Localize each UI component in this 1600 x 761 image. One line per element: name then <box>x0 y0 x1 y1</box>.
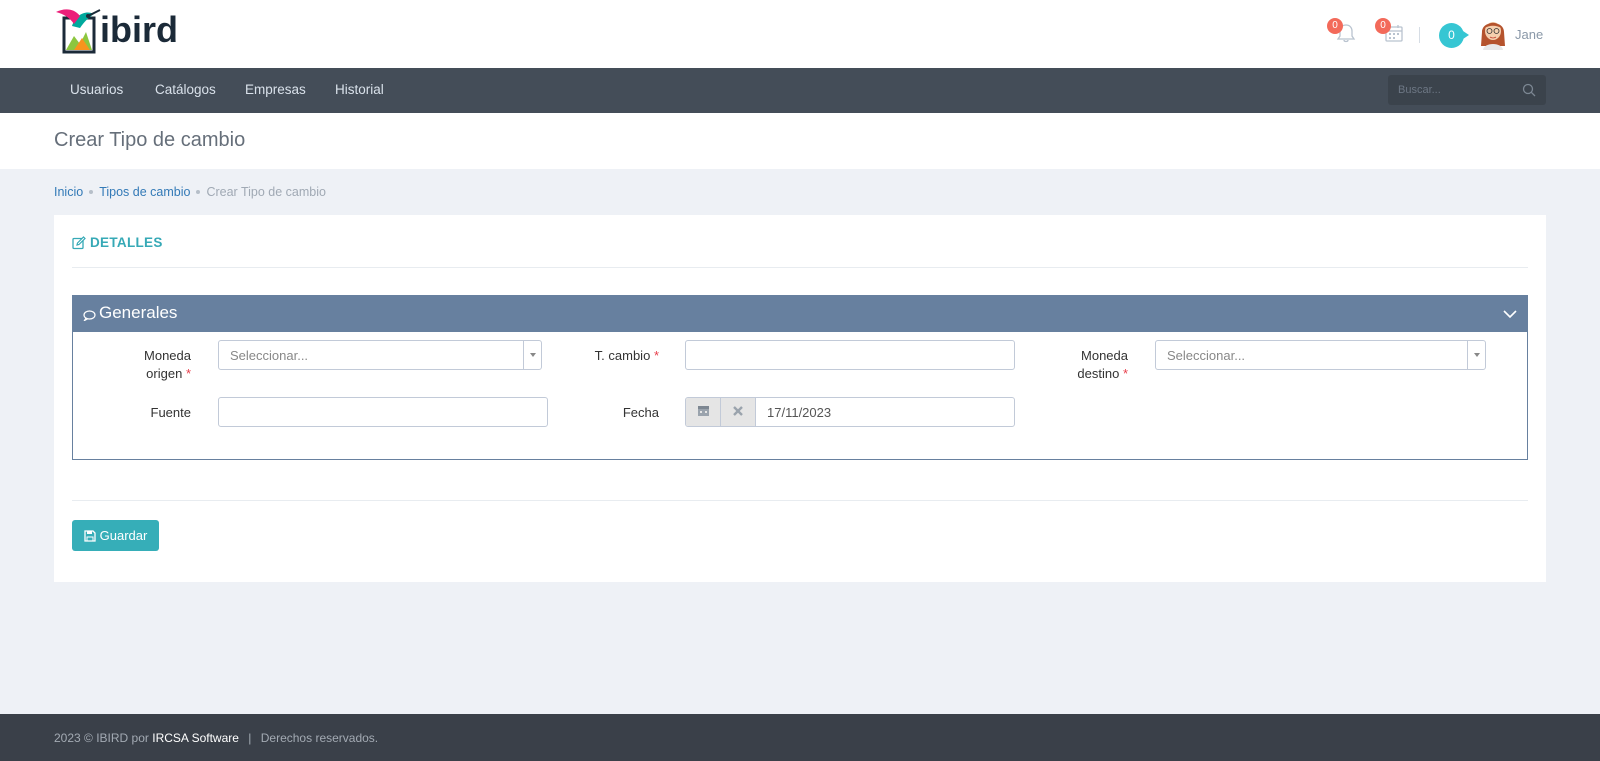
chevron-down-icon[interactable] <box>1503 308 1517 320</box>
footer-copyright: 2023 © IBIRD por <box>54 731 149 745</box>
nav-item-catalogos[interactable]: Catálogos <box>155 82 216 97</box>
calendar-icon <box>698 406 709 416</box>
brand-name: ibird <box>100 9 178 50</box>
close-icon <box>733 406 743 416</box>
nav-item-empresas[interactable]: Empresas <box>245 82 306 97</box>
moneda-origen-placeholder: Seleccionar... <box>230 348 309 363</box>
breadcrumb-inicio[interactable]: Inicio <box>54 185 83 199</box>
open-calendar-button[interactable] <box>686 398 721 426</box>
main-nav: Usuarios Catálogos Empresas Historial <box>0 68 1600 113</box>
moneda-destino-label-line1: Moneda <box>1081 348 1128 363</box>
page-title: Crear Tipo de cambio <box>54 129 246 151</box>
calendar-badge: 0 <box>1375 18 1391 34</box>
fecha-label: Fecha <box>622 405 659 420</box>
t-cambio-label-text: T. cambio <box>594 348 651 363</box>
generales-section-header[interactable]: Generales <box>73 296 1527 332</box>
edit-icon <box>72 235 86 249</box>
moneda-destino-select[interactable]: Seleccionar... <box>1155 340 1486 370</box>
user-name[interactable]: Jane <box>1515 27 1543 42</box>
hummingbird-logo-icon <box>54 4 102 54</box>
fuente-input[interactable] <box>218 397 548 427</box>
card-divider <box>72 267 1528 268</box>
generales-section: Generales Moneda origen * Seleccionar...… <box>72 295 1528 460</box>
breadcrumb-separator <box>196 190 201 194</box>
calendar-button[interactable]: 0 <box>1375 18 1405 44</box>
search-input[interactable] <box>1388 75 1518 105</box>
moneda-origen-label-line2: origen <box>146 366 183 381</box>
notifications-button[interactable]: 0 <box>1327 18 1357 44</box>
footer-text: 2023 © IBIRD por IRCSA Software | Derech… <box>54 731 378 745</box>
footer-rights: Derechos reservados. <box>260 731 379 745</box>
user-avatar[interactable] <box>1478 16 1508 50</box>
comment-icon <box>83 310 96 321</box>
footer-separator: | <box>248 731 252 745</box>
t-cambio-input[interactable] <box>685 340 1015 370</box>
floppy-disk-icon <box>83 529 96 542</box>
required-marker: * <box>185 366 191 381</box>
footer-company-link[interactable]: IRCSA Software <box>152 731 239 745</box>
nav-search <box>1388 75 1546 105</box>
nav-item-usuarios[interactable]: Usuarios <box>70 82 123 97</box>
header-divider <box>1419 27 1420 43</box>
messages-count-badge[interactable]: 0 <box>1439 23 1469 48</box>
card-caption: DETALLES <box>72 235 163 250</box>
save-button-label: Guardar <box>99 528 148 543</box>
moneda-origen-select[interactable]: Seleccionar... <box>218 340 542 370</box>
brand-logo[interactable]: ibird <box>54 4 178 54</box>
save-button[interactable]: Guardar <box>72 520 159 551</box>
moneda-origen-label: Moneda origen * <box>113 347 191 383</box>
details-card: DETALLES Generales Moneda origen * Selec… <box>54 215 1546 582</box>
card-divider <box>72 500 1528 501</box>
fuente-label: Fuente <box>150 405 191 420</box>
moneda-destino-label: Moneda destino * <box>1048 347 1128 383</box>
fecha-datepicker: 17/11/2023 <box>685 397 1015 427</box>
required-marker: * <box>1122 366 1128 381</box>
top-header: ibird 0 0 0 Jane <box>0 0 1600 68</box>
nav-item-historial[interactable]: Historial <box>335 82 384 97</box>
card-caption-text: DETALLES <box>90 235 163 250</box>
moneda-destino-placeholder: Seleccionar... <box>1167 348 1246 363</box>
breadcrumb-separator <box>89 190 94 194</box>
dropdown-arrow-icon[interactable] <box>1467 341 1485 369</box>
moneda-destino-label-line2: destino <box>1077 366 1120 381</box>
dropdown-arrow-icon[interactable] <box>523 341 541 369</box>
required-marker: * <box>653 348 659 363</box>
page-footer: 2023 © IBIRD por IRCSA Software | Derech… <box>0 714 1600 761</box>
t-cambio-label: T. cambio * <box>573 347 659 365</box>
avatar-icon <box>1481 22 1505 50</box>
breadcrumb-tipos-de-cambio[interactable]: Tipos de cambio <box>99 185 190 199</box>
breadcrumb: Inicio Tipos de cambio Crear Tipo de cam… <box>54 185 326 199</box>
fecha-value[interactable]: 17/11/2023 <box>767 405 831 420</box>
clear-date-button[interactable] <box>721 398 756 426</box>
notifications-badge: 0 <box>1327 18 1343 34</box>
section-title: Generales <box>99 303 178 322</box>
breadcrumb-current: Crear Tipo de cambio <box>206 185 326 199</box>
moneda-origen-label-line1: Moneda <box>144 348 191 363</box>
page-title-bar: Crear Tipo de cambio <box>0 113 1600 169</box>
search-icon[interactable] <box>1522 83 1536 97</box>
